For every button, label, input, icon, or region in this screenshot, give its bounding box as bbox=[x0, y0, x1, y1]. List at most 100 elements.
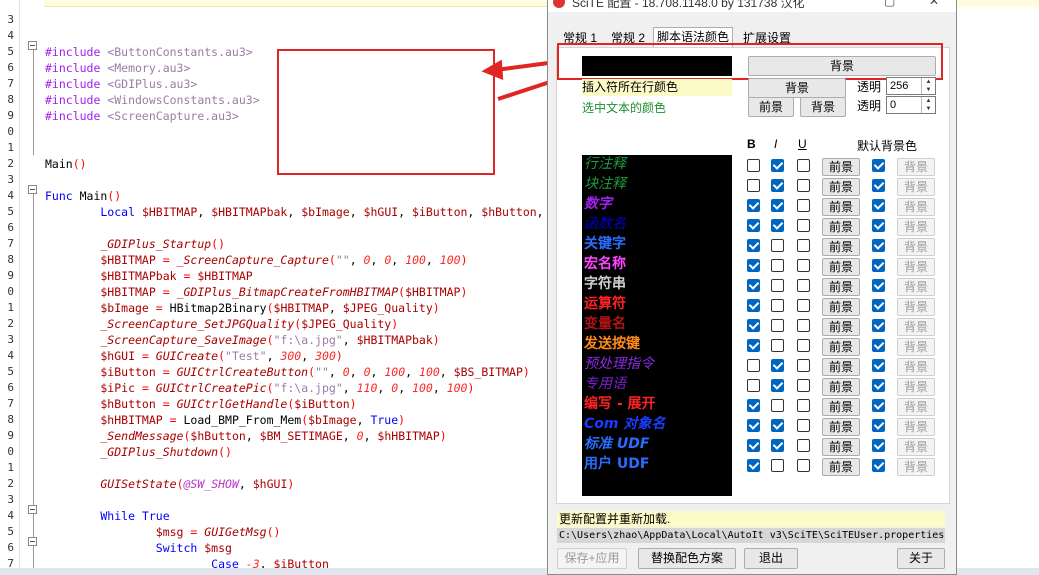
selection-background-button[interactable]: 背景 bbox=[800, 97, 846, 117]
spin-down-icon[interactable]: ▼ bbox=[921, 105, 935, 113]
default-background-checkbox[interactable] bbox=[872, 299, 885, 312]
background-button[interactable]: 背景 bbox=[897, 178, 935, 196]
underline-checkbox[interactable] bbox=[797, 319, 810, 332]
underline-checkbox[interactable] bbox=[797, 279, 810, 292]
default-background-checkbox[interactable] bbox=[872, 179, 885, 192]
default-background-checkbox[interactable] bbox=[872, 379, 885, 392]
foreground-button[interactable]: 前景 bbox=[822, 318, 860, 336]
foreground-button[interactable]: 前景 bbox=[822, 218, 860, 236]
bold-checkbox[interactable] bbox=[747, 279, 760, 292]
underline-checkbox[interactable] bbox=[797, 219, 810, 232]
default-background-checkbox[interactable] bbox=[872, 219, 885, 232]
italic-checkbox[interactable] bbox=[771, 419, 784, 432]
exit-button[interactable]: 退出 bbox=[744, 548, 798, 569]
save-apply-button[interactable]: 保存+应用 bbox=[557, 548, 627, 569]
italic-checkbox[interactable] bbox=[771, 279, 784, 292]
foreground-button[interactable]: 前景 bbox=[822, 398, 860, 416]
underline-checkbox[interactable] bbox=[797, 399, 810, 412]
foreground-button[interactable]: 前景 bbox=[822, 238, 860, 256]
bold-checkbox[interactable] bbox=[747, 179, 760, 192]
background-button[interactable]: 背景 bbox=[897, 298, 935, 316]
background-button[interactable]: 背景 bbox=[897, 418, 935, 436]
background-button[interactable]: 背景 bbox=[897, 438, 935, 456]
fold-toggle-icon[interactable] bbox=[28, 185, 37, 194]
bold-checkbox[interactable] bbox=[747, 159, 760, 172]
close-icon[interactable]: ✕ bbox=[929, 0, 939, 8]
italic-checkbox[interactable] bbox=[771, 359, 784, 372]
code-line[interactable]: Func Main() bbox=[45, 188, 121, 204]
foreground-button[interactable]: 前景 bbox=[822, 378, 860, 396]
italic-checkbox[interactable] bbox=[771, 219, 784, 232]
code-line[interactable]: #include <WindowsConstants.au3> bbox=[45, 92, 260, 108]
code-line[interactable]: $HBITMAP = _GDIPlus_BitmapCreateFromHBIT… bbox=[45, 284, 467, 300]
bold-checkbox[interactable] bbox=[747, 219, 760, 232]
background-button[interactable]: 背景 bbox=[897, 238, 935, 256]
default-background-checkbox[interactable] bbox=[872, 399, 885, 412]
code-line[interactable]: #include <GDIPlus.au3> bbox=[45, 76, 197, 92]
italic-checkbox[interactable] bbox=[771, 379, 784, 392]
code-line[interactable]: $bImage = HBitmap2Binary($HBITMAP, $JPEG… bbox=[45, 300, 439, 316]
default-background-checkbox[interactable] bbox=[872, 319, 885, 332]
default-background-checkbox[interactable] bbox=[872, 439, 885, 452]
code-line[interactable]: $HBITMAP = _ScreenCapture_Capture("", 0,… bbox=[45, 252, 467, 268]
italic-checkbox[interactable] bbox=[771, 259, 784, 272]
code-line[interactable]: $hHBITMAP = Load_BMP_From_Mem($bImage, T… bbox=[45, 412, 405, 428]
code-line[interactable]: $iButton = GUICtrlCreateButton("", 0, 0,… bbox=[45, 364, 529, 380]
foreground-button[interactable]: 前景 bbox=[822, 418, 860, 436]
italic-checkbox[interactable] bbox=[771, 179, 784, 192]
replace-scheme-button[interactable]: 替换配色方案 bbox=[638, 548, 736, 569]
background-button[interactable]: 背景 bbox=[897, 378, 935, 396]
background-button[interactable]: 背景 bbox=[897, 198, 935, 216]
bold-checkbox[interactable] bbox=[747, 439, 760, 452]
foreground-button[interactable]: 前景 bbox=[822, 458, 860, 476]
background-button[interactable]: 背景 bbox=[897, 258, 935, 276]
code-line[interactable]: $iPic = GUICtrlCreatePic("f:\a.jpg", 110… bbox=[45, 380, 474, 396]
default-background-checkbox[interactable] bbox=[872, 419, 885, 432]
code-line[interactable]: _ScreenCapture_SaveImage("f:\a.jpg", $HB… bbox=[45, 332, 439, 348]
code-line[interactable]: $hButton = GUICtrlGetHandle($iButton) bbox=[45, 396, 356, 412]
code-line[interactable]: #include <Memory.au3> bbox=[45, 60, 190, 76]
about-button[interactable]: 关于 bbox=[897, 548, 945, 569]
italic-checkbox[interactable] bbox=[771, 319, 784, 332]
underline-checkbox[interactable] bbox=[797, 459, 810, 472]
underline-checkbox[interactable] bbox=[797, 339, 810, 352]
underline-checkbox[interactable] bbox=[797, 259, 810, 272]
foreground-button[interactable]: 前景 bbox=[822, 178, 860, 196]
italic-checkbox[interactable] bbox=[771, 239, 784, 252]
bold-checkbox[interactable] bbox=[747, 339, 760, 352]
code-line[interactable]: Local $HBITMAP, $HBITMAPbak, $bImage, $h… bbox=[45, 204, 543, 220]
bold-checkbox[interactable] bbox=[747, 399, 760, 412]
dialog-titlebar[interactable]: SciTE 配置 - 18.708.1148.0 by 131738 汉化 ▢ … bbox=[548, 0, 956, 12]
code-line[interactable]: $HBITMAPbak = $HBITMAP bbox=[45, 268, 252, 284]
code-line[interactable]: _SendMessage($hButton, $BM_SETIMAGE, 0, … bbox=[45, 428, 446, 444]
code-line[interactable]: #include <ButtonConstants.au3> bbox=[45, 44, 253, 60]
bold-checkbox[interactable] bbox=[747, 379, 760, 392]
bold-checkbox[interactable] bbox=[747, 359, 760, 372]
bold-checkbox[interactable] bbox=[747, 319, 760, 332]
code-line[interactable]: _ScreenCapture_SetJPGQuality($JPEG_Quali… bbox=[45, 316, 398, 332]
italic-checkbox[interactable] bbox=[771, 339, 784, 352]
underline-checkbox[interactable] bbox=[797, 239, 810, 252]
default-background-checkbox[interactable] bbox=[872, 339, 885, 352]
default-background-checkbox[interactable] bbox=[872, 459, 885, 472]
code-line[interactable]: #include <ScreenCapture.au3> bbox=[45, 108, 239, 124]
foreground-button[interactable]: 前景 bbox=[822, 358, 860, 376]
bold-checkbox[interactable] bbox=[747, 259, 760, 272]
spin-up-icon[interactable]: ▲ bbox=[921, 78, 935, 86]
background-button[interactable]: 背景 bbox=[897, 278, 935, 296]
italic-checkbox[interactable] bbox=[771, 299, 784, 312]
default-background-checkbox[interactable] bbox=[872, 199, 885, 212]
foreground-button[interactable]: 前景 bbox=[822, 158, 860, 176]
default-background-checkbox[interactable] bbox=[872, 239, 885, 252]
code-line[interactable]: Main() bbox=[45, 156, 87, 172]
underline-checkbox[interactable] bbox=[797, 179, 810, 192]
background-button[interactable]: 背景 bbox=[897, 358, 935, 376]
underline-checkbox[interactable] bbox=[797, 299, 810, 312]
bold-checkbox[interactable] bbox=[747, 299, 760, 312]
foreground-button[interactable]: 前景 bbox=[822, 338, 860, 356]
fold-toggle-icon[interactable] bbox=[28, 537, 37, 546]
fold-toggle-icon[interactable] bbox=[28, 41, 37, 50]
background-button[interactable]: 背景 bbox=[897, 458, 935, 476]
spin-down-icon[interactable]: ▼ bbox=[921, 86, 935, 94]
underline-checkbox[interactable] bbox=[797, 359, 810, 372]
